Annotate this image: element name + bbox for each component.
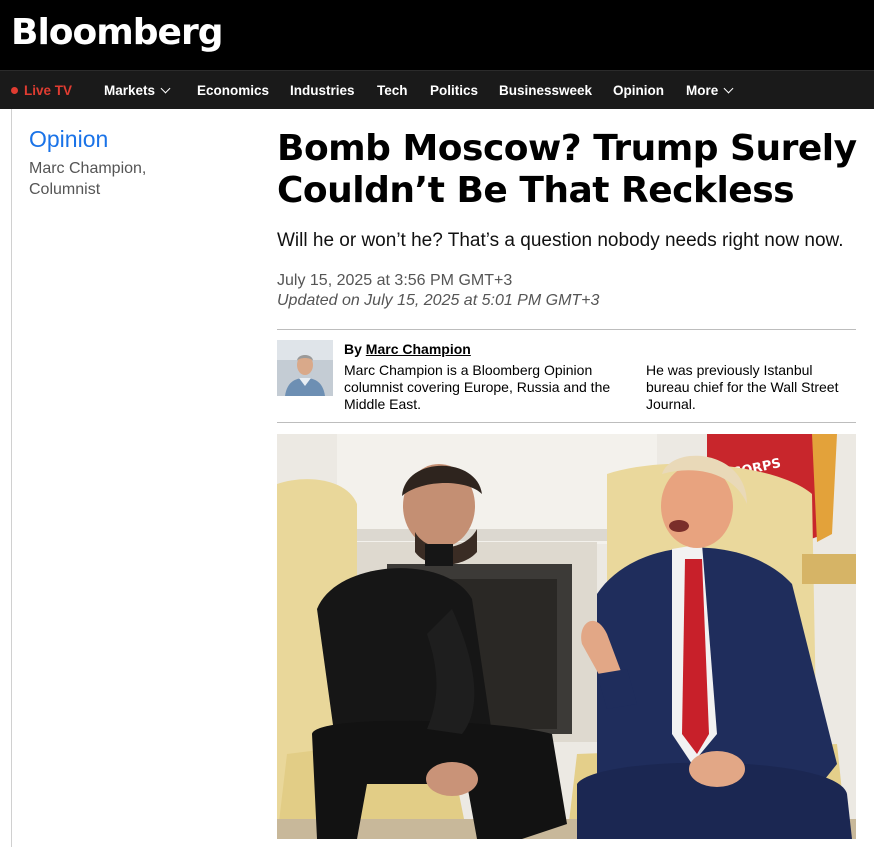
author-name-link[interactable]: Marc Champion	[366, 341, 471, 357]
chevron-down-icon	[723, 83, 734, 94]
publish-date: July 15, 2025 at 3:56 PM GMT+3	[277, 272, 513, 289]
author-byline: By Marc Champion	[344, 341, 471, 357]
author-portrait-image	[277, 340, 333, 396]
divider-top	[277, 329, 856, 330]
nav-industries[interactable]: Industries	[290, 71, 355, 110]
nav-markets[interactable]: Markets	[104, 71, 171, 110]
nav-live-tv[interactable]: Live TV	[11, 71, 72, 110]
by-prefix: By	[344, 341, 362, 357]
live-dot-icon	[11, 87, 18, 94]
main-nav: Live TV Markets Economics Industries Tec…	[0, 70, 874, 109]
hero-photo: CORPS	[277, 434, 856, 839]
headline-line-1: Bomb Moscow? Trump Surely	[277, 128, 857, 169]
nav-live-label: Live TV	[24, 83, 73, 98]
nav-businessweek[interactable]: Businessweek	[499, 71, 592, 110]
rail-author-role: Columnist	[29, 181, 101, 198]
rail-divider	[11, 109, 12, 847]
nav-more[interactable]: More	[686, 71, 734, 110]
author-bio-part-1: Marc Champion is a Bloomberg Opinion col…	[344, 362, 611, 412]
top-header: Bloomberg	[0, 0, 874, 70]
divider-bottom	[277, 422, 856, 423]
author-avatar[interactable]	[277, 340, 333, 396]
rail-author: Marc Champion, Columnist	[29, 158, 229, 200]
author-bio-part-2: He was previously Istanbul bureau chief …	[646, 362, 839, 412]
rail-author-name: Marc Champion,	[29, 160, 147, 177]
nav-opinion[interactable]: Opinion	[613, 71, 664, 110]
chevron-down-icon	[160, 83, 171, 94]
nav-politics[interactable]: Politics	[430, 71, 478, 110]
hero-photo-illustration: CORPS	[277, 434, 856, 839]
nav-economics[interactable]: Economics	[197, 71, 269, 110]
article-headline: Bomb Moscow? Trump Surely Couldn’t Be Th…	[277, 128, 867, 212]
nav-tech[interactable]: Tech	[377, 71, 408, 110]
bloomberg-logo[interactable]: Bloomberg	[11, 12, 223, 53]
headline-line-2: Couldn’t Be That Reckless	[277, 170, 795, 211]
updated-date: Updated on July 15, 2025 at 5:01 PM GMT+…	[277, 292, 600, 309]
section-label-opinion[interactable]: Opinion	[29, 126, 108, 153]
article-dek: Will he or won’t he? That’s a question n…	[277, 230, 844, 251]
nav-more-label: More	[686, 83, 719, 98]
nav-markets-label: Markets	[104, 83, 156, 98]
